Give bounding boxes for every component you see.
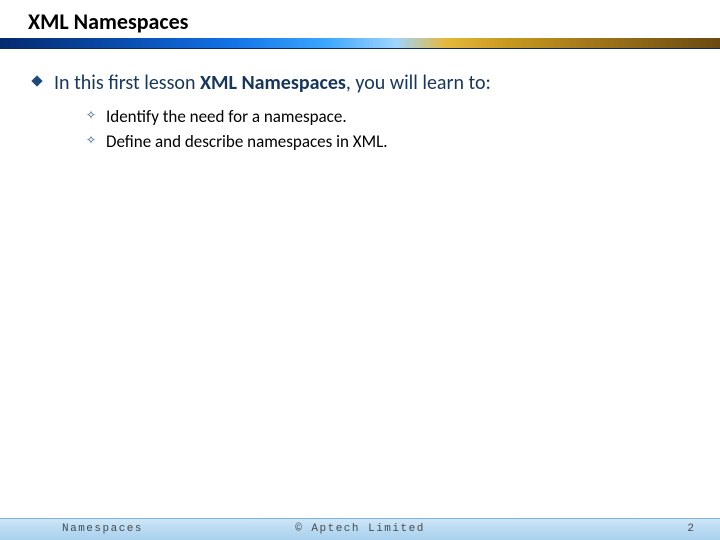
list-item: ✧ Define and describe namespaces in XML. [86,131,680,154]
sub-bullet-icon: ✧ [86,106,96,126]
objectives-list: ✧ Identify the need for a namespace. ✧ D… [86,106,680,154]
intro-line: In this first lesson XML Namespaces, you… [30,70,680,96]
list-item: ✧ Identify the need for a namespace. [86,106,680,129]
underline-gradient [0,38,720,48]
intro-bold: XML Namespaces [200,71,346,95]
slide: XML Namespaces In this first lesson XML … [0,0,720,540]
slide-body: In this first lesson XML Namespaces, you… [0,50,720,154]
title-bar: XML Namespaces [0,0,720,50]
footer-page-number: 2 [687,523,694,535]
footer-center-text: © Aptech Limited [0,523,720,535]
underline-border-bottom [0,48,720,49]
diamond-bullet-icon [30,74,44,88]
intro-suffix: , you will learn to: [346,71,491,95]
objective-text: Identify the need for a namespace. [106,106,347,129]
intro-prefix: In this first lesson [54,71,200,95]
slide-footer: Namespaces © Aptech Limited 2 [0,514,720,540]
slide-title: XML Namespaces [28,8,720,35]
sub-bullet-icon: ✧ [86,131,96,151]
title-underline [0,38,720,52]
intro-text: In this first lesson XML Namespaces, you… [54,70,491,96]
objective-text: Define and describe namespaces in XML. [106,131,388,154]
